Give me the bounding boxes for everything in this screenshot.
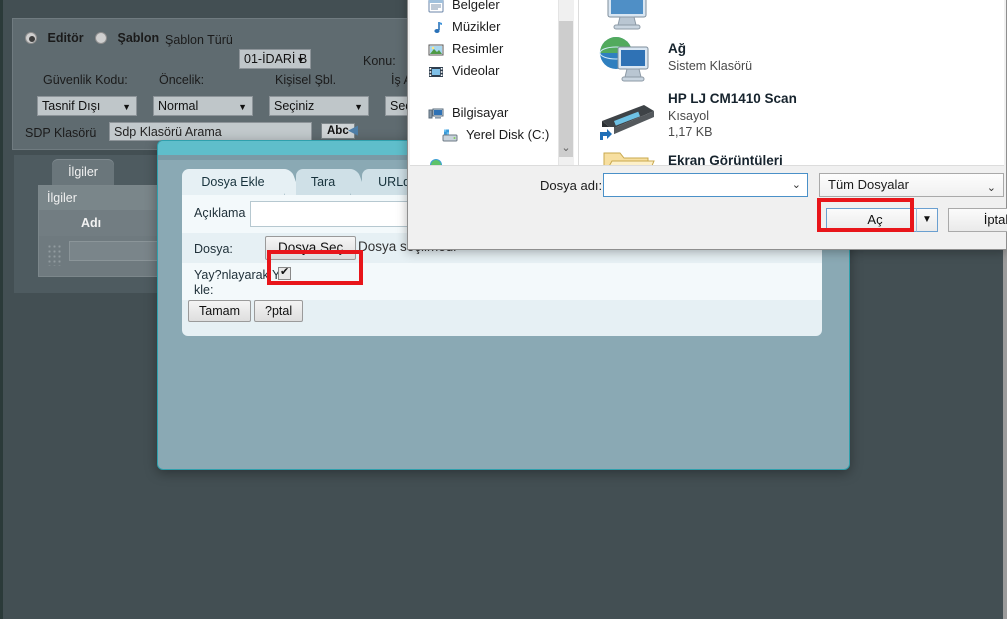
select-oncelik[interactable]: Normal ▼ [153,96,253,116]
label-dosya: Dosya: [194,242,233,256]
chevron-down-icon: ▼ [238,102,247,112]
file-dialog-footer: Dosya adı: ⌄ Tüm Dosyalar ⌄ Aç ▼ İptal [410,165,1007,249]
label-guvenlik-kodu: Güvenlik Kodu: [43,73,128,87]
nav-item-bilgisayar-label: Bilgisayar [452,105,509,120]
chevron-down-icon[interactable]: ⌄ [558,140,574,157]
chevron-down-icon[interactable]: ⌄ [792,178,801,191]
highlight-box-ac-button [817,198,914,232]
computer-icon [428,106,444,122]
label-dosya-adi: Dosya adı: [540,178,603,193]
select-sablon-turu[interactable]: 01-İDARİ B ▼ [239,49,311,69]
videos-icon [428,64,444,80]
radio-editor[interactable]: Editör [25,31,84,45]
list-item-sub: Kısayol [668,109,709,123]
button-iptal[interactable]: İptal [948,208,1007,232]
radio-editor-dot[interactable] [25,32,37,44]
drag-handle-icon[interactable] [47,244,61,266]
input-sdp-klasoru[interactable]: Sdp Klasörü Arama [109,122,312,141]
list-item[interactable]: Sistem Klasörü [592,0,992,33]
list-item-name: HP LJ CM1410 Scan [668,91,797,106]
list-item[interactable]: Ağ Sistem Klasörü [592,33,992,91]
radio-sablon[interactable]: Şablon [95,31,159,45]
select-guvenlik-kodu[interactable]: Tasnif Dışı ▼ [37,96,137,116]
nav-item-muzikler-label: Müzikler [452,19,501,34]
radio-sablon-dot[interactable] [95,32,107,44]
harddrive-icon [442,128,458,144]
label-kisisel-sbl: Kişisel Şbl. [275,73,337,87]
input-dosya-adi[interactable]: ⌄ [603,173,808,197]
label-sablon-turu: Şablon Türü [165,33,233,47]
label-oncelik: Öncelik: [159,73,205,87]
ilgiler-panel: İlgiler İlgiler Adı [14,155,204,293]
chevron-down-icon: ▼ [296,55,305,65]
tab-dosya-ekle[interactable]: Dosya Ekle [182,169,301,195]
list-item[interactable]: HP LJ CM1410 Scan Kısayol 1,17 KB [592,91,992,149]
label-sdp-klasoru: SDP Klasörü [25,126,97,140]
list-item-size: 1,17 KB [668,125,713,139]
file-dialog-splitter[interactable] [578,0,579,165]
tab-tara-label: Tara [310,175,336,189]
select-guvenlik-kodu-value: Tasnif Dışı [42,99,101,113]
dialog-button-bar: Tamam ?ptal [182,300,822,332]
chevron-down-icon: ▼ [122,102,131,112]
select-file-type[interactable]: Tüm Dosyalar ⌄ [819,173,1004,197]
nav-item-belgeler-label: Belgeler [452,0,500,12]
select-file-type-value: Tüm Dosyalar [828,177,909,192]
select-kisisel-sbl[interactable]: Seçiniz ▼ [269,96,369,116]
chevron-down-icon[interactable]: ⌄ [987,177,996,199]
network-icon [596,33,658,94]
list-item-sub: Sistem Klasörü [668,59,753,73]
file-dialog-navigation-pane: Belgeler Müzikler Resimler Videolar Bilg… [418,0,578,167]
label-yayinlayarak-line2: kle: [194,283,214,297]
button-tamam[interactable]: Tamam [188,300,251,322]
file-dialog-file-list: Sistem Klasörü Ağ Sistem Klasörü [580,0,1004,176]
nav-item-videolar-label: Videolar [452,63,500,78]
editor-form-panel: Editör Şablon Şablon Türü 01-İDARİ B ▼ K… [12,18,443,150]
list-item-sub: Sistem Klasörü [668,0,752,1]
documents-icon [428,0,444,14]
file-dialog-body: Belgeler Müzikler Resimler Videolar Bilg… [410,0,1004,176]
tab-ilgiler[interactable]: İlgiler [52,159,114,185]
triangle-left-icon[interactable]: ◀ [348,122,358,138]
select-kisisel-sbl-value: Seçiniz [274,99,315,113]
button-iptal[interactable]: ?ptal [254,300,304,322]
navigation-scrollbar-thumb[interactable] [559,21,573,157]
page-left-edge [0,0,3,619]
ilgiler-tabstrip: İlgiler [14,155,179,185]
radio-sablon-label: Şablon [117,31,160,45]
highlight-box-dosya-sec [267,250,363,285]
pictures-icon [428,42,444,58]
chevron-down-icon: ▼ [354,102,363,112]
music-icon [428,20,444,36]
radio-editor-label: Editör [47,31,84,45]
scanner-icon [598,99,658,148]
select-oncelik-value: Normal [158,99,199,113]
label-aciklama: Açıklama [194,206,246,220]
list-item-name: Ağ [668,41,686,56]
tab-dosya-ekle-label: Dosya Ekle [201,175,265,189]
tab-tara[interactable]: Tara [296,169,367,195]
windows-file-open-dialog: Belgeler Müzikler Resimler Videolar Bilg… [407,0,1007,250]
button-ac-dropdown[interactable]: ▼ [916,208,938,232]
label-konu: Konu: [363,54,396,68]
nav-item-resimler-label: Resimler [452,41,504,56]
input-sdp-klasoru-value: Sdp Klasörü Arama [114,125,222,139]
nav-item-yerel-disk-c-label: Yerel Disk (C:) [466,127,550,142]
